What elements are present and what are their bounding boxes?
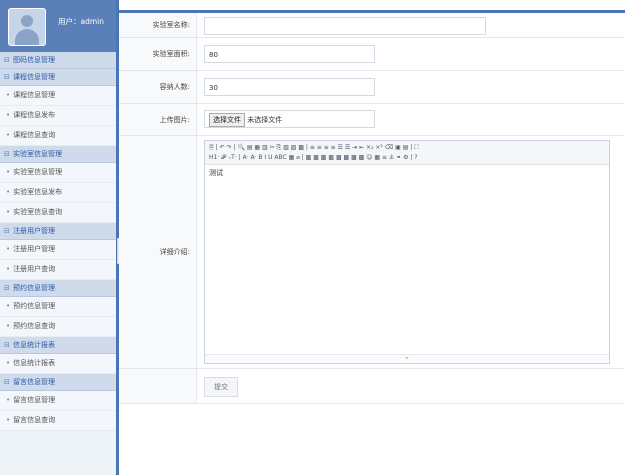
row-upload: 上传图片: 选择文件 未选择文件 [119, 104, 625, 136]
menu-item-label: 留言信息查询 [13, 416, 56, 424]
bullet-icon: • [6, 188, 11, 196]
menu-group-title: 信息统计报表 [13, 341, 55, 349]
choose-file-button[interactable]: 选择文件 [209, 113, 245, 127]
row-name: 实验室名称: [119, 13, 625, 38]
menu-item-label: 课程信息发布 [13, 111, 56, 119]
bullet-icon: • [6, 302, 11, 310]
submit-button[interactable]: 提交 [204, 377, 238, 397]
bullet-icon: • [6, 131, 11, 139]
menu-item[interactable]: • 课程信息查询 [0, 126, 116, 146]
bullet-icon: • [6, 416, 11, 424]
menu-group-0[interactable]: ⊟ 图码信息管理 [0, 52, 116, 69]
collapse-icon: ⊟ [4, 150, 10, 158]
lab-name-input[interactable] [204, 17, 486, 35]
menu-item-label: 实验室信息发布 [13, 188, 63, 196]
avatar-head-icon [21, 15, 33, 27]
editor-content[interactable]: 测试 [205, 165, 609, 181]
menu-group-title: 预约信息管理 [13, 284, 55, 292]
upload-field: 选择文件 未选择文件 [204, 110, 375, 128]
menu-item-label: 课程信息管理 [13, 91, 56, 99]
menu-group-4[interactable]: ⊟ 预约信息管理 [0, 280, 116, 297]
detail-label: 详细介绍: [119, 136, 197, 368]
menu-item-label: 信息统计报表 [13, 359, 56, 367]
menu-item-label: 预约信息管理 [13, 302, 56, 310]
collapse-icon: ⊟ [4, 341, 10, 349]
collapse-icon: ⊟ [4, 73, 10, 81]
menu-item[interactable]: • 信息统计报表 [0, 354, 116, 374]
menu-item-label: 实验室信息查询 [13, 208, 63, 216]
menu-item[interactable]: • 预约信息查询 [0, 317, 116, 337]
upload-status: 未选择文件 [247, 116, 283, 124]
editor-toolbar-row1[interactable]: 🗎 | ↶ ↷ | 🔍 ▤ ▦ ▥ ✂ ⎘ ▧ ▨ ▩ | ≡ ≡ ≡ ≡ ☰ … [209, 143, 605, 153]
area-label: 实验室面积: [119, 38, 197, 70]
menu-group-title: 注册用户管理 [13, 227, 55, 235]
menu-group-1[interactable]: ⊟ 课程信息管理 [0, 69, 116, 86]
bullet-icon: • [6, 265, 11, 273]
menu-item[interactable]: • 实验室信息查询 [0, 203, 116, 223]
menu-item[interactable]: • 留言信息查询 [0, 411, 116, 431]
sidebar-menu: ⊟ 图码信息管理 ⊟ 课程信息管理 • 课程信息管理 • 课程信息发布 • 课程信息查询 ⊟ 实验室信… [0, 52, 116, 431]
lab-area-input[interactable]: 80 [204, 45, 375, 63]
bullet-icon: • [6, 91, 11, 99]
upload-label: 上传图片: [119, 104, 197, 135]
avatar-body-icon [15, 29, 39, 45]
bullet-icon: • [6, 208, 11, 216]
menu-item[interactable]: • 留言信息管理 [0, 391, 116, 411]
menu-group-2[interactable]: ⊟ 实验室信息管理 [0, 146, 116, 163]
menu-item[interactable]: • 实验室信息管理 [0, 163, 116, 183]
menu-item[interactable]: • 预约信息管理 [0, 297, 116, 317]
editor-toolbar: 🗎 | ↶ ↷ | 🔍 ▤ ▦ ▥ ✂ ⎘ ▧ ▨ ▩ | ≡ ≡ ≡ ≡ ☰ … [205, 141, 609, 165]
collapse-icon: ⊟ [4, 56, 10, 64]
editor-resize-handle[interactable]: ⌖ [205, 354, 609, 363]
menu-item[interactable]: • 课程信息管理 [0, 86, 116, 106]
user-label: 用户：admin [58, 17, 104, 26]
collapse-icon: ⊟ [4, 284, 10, 292]
menu-group-title: 留言信息管理 [13, 378, 55, 386]
bullet-icon: • [6, 322, 11, 330]
menu-item-label: 预约信息查询 [13, 322, 56, 330]
rich-text-editor[interactable]: 🗎 | ↶ ↷ | 🔍 ▤ ▦ ▥ ✂ ⎘ ▧ ▨ ▩ | ≡ ≡ ≡ ≡ ☰ … [204, 140, 610, 364]
avatar [8, 8, 46, 46]
menu-item[interactable]: • 课程信息发布 [0, 106, 116, 126]
bullet-icon: • [6, 168, 11, 176]
editor-toolbar-row2[interactable]: H1· 𝓕· ₜT· | A· A· B I U ABC ▦ ⌀ | ▩ ▩ ▩… [209, 153, 605, 163]
row-capacity: 容纳人数: 30 [119, 71, 625, 104]
row-detail: 详细介绍: 🗎 | ↶ ↷ | 🔍 ▤ ▦ ▥ ✂ ⎘ ▧ ▨ ▩ | ≡ ≡ … [119, 136, 625, 369]
bullet-icon: • [6, 396, 11, 404]
capacity-label: 容纳人数: [119, 71, 197, 103]
menu-item-label: 注册用户管理 [13, 245, 56, 253]
menu-group-title: 课程信息管理 [13, 73, 55, 81]
sidebar: 用户：admin ⊟ 图码信息管理 ⊟ 课程信息管理 • 课程信息管理 • 课程信息发布 • 课程… [0, 0, 116, 475]
collapse-icon: ⊟ [4, 227, 10, 235]
menu-item[interactable]: • 实验室信息发布 [0, 183, 116, 203]
name-label: 实验室名称: [119, 13, 197, 37]
row-submit: 提交 [119, 369, 625, 404]
menu-group-title: 实验室信息管理 [13, 150, 62, 158]
bullet-icon: • [6, 245, 11, 253]
submit-label-cell [119, 369, 197, 403]
menu-item-label: 实验室信息管理 [13, 168, 63, 176]
menu-group-5[interactable]: ⊟ 信息统计报表 [0, 337, 116, 354]
menu-group-3[interactable]: ⊟ 注册用户管理 [0, 223, 116, 240]
lab-form: 实验室名称: 实验室面积: 80 容纳人数: 30 上传图片: 选择文件 未选择… [119, 13, 625, 404]
menu-item[interactable]: • 注册用户管理 [0, 240, 116, 260]
menu-item[interactable]: • 注册用户查询 [0, 260, 116, 280]
menu-group-title: 图码信息管理 [13, 56, 55, 64]
collapse-icon: ⊟ [4, 378, 10, 386]
menu-group-6[interactable]: ⊟ 留言信息管理 [0, 374, 116, 391]
menu-item-label: 课程信息查询 [13, 131, 56, 139]
row-area: 实验室面积: 80 [119, 38, 625, 71]
capacity-input[interactable]: 30 [204, 78, 375, 96]
bullet-icon: • [6, 111, 11, 119]
user-panel: 用户：admin [0, 0, 116, 52]
menu-item-label: 注册用户查询 [13, 265, 56, 273]
menu-item-label: 留言信息管理 [13, 396, 56, 404]
bullet-icon: • [6, 359, 11, 367]
